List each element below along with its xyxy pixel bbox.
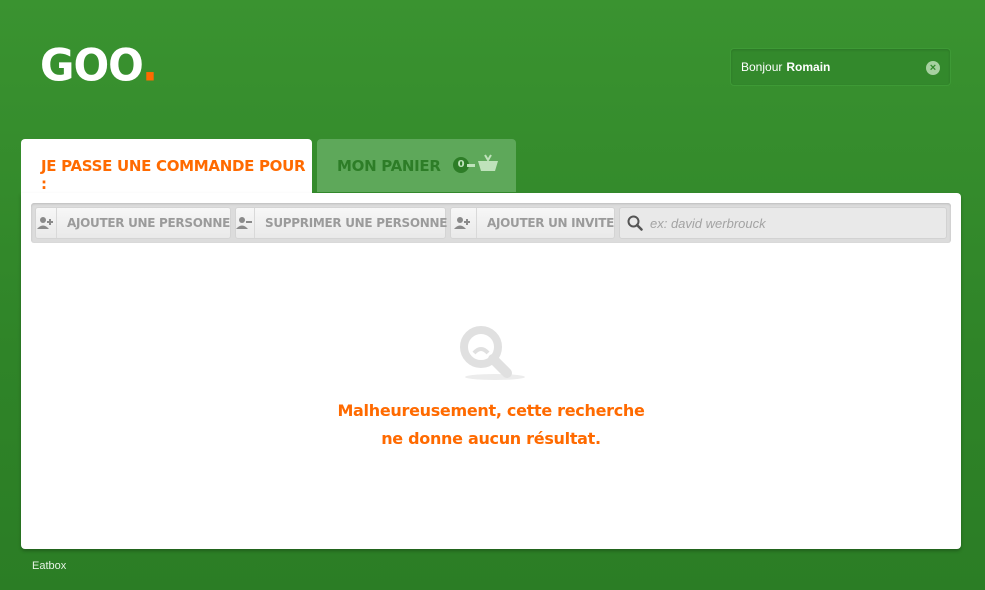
greeting-label: Bonjour: [741, 60, 783, 74]
tab-my-cart[interactable]: MON PANIER 0: [317, 139, 516, 192]
remove-person-label: SUPPRIMER UNE PERSONNE: [265, 216, 448, 230]
add-person-button[interactable]: AJOUTER UNE PERSONNE: [35, 207, 231, 239]
add-person-label: AJOUTER UNE PERSONNE: [66, 216, 230, 230]
add-guest-button[interactable]: AJOUTER UN INVITE: [450, 207, 615, 239]
logo[interactable]: GOO.: [40, 39, 158, 92]
user-name: Romain: [786, 60, 831, 74]
footer-link[interactable]: Eatbox: [32, 560, 66, 572]
add-guest-label: AJOUTER UN INVITE: [486, 216, 614, 230]
no-results-message: Malheureusement, cette recherche ne donn…: [21, 397, 961, 453]
remove-person-button[interactable]: SUPPRIMER UNE PERSONNE: [235, 207, 448, 239]
people-toolbar: AJOUTER UNE PERSONNE SUPPRIMER UNE PERSO…: [31, 203, 951, 243]
remove-user-icon: [236, 208, 255, 238]
no-results-line-1: Malheureusement, cette recherche: [337, 401, 645, 420]
search-input[interactable]: [650, 215, 930, 231]
no-results-line-2: ne donne aucun résultat.: [381, 429, 601, 448]
close-icon[interactable]: ×: [926, 61, 940, 75]
tab-order-for-label: JE PASSE UNE COMMANDE POUR :: [41, 157, 306, 193]
search-field[interactable]: [619, 207, 947, 239]
no-results-magnifier-icon: [460, 326, 525, 380]
tab-order-for[interactable]: JE PASSE UNE COMMANDE POUR :: [21, 139, 312, 199]
user-greeting-box: Bonjour Romain ×: [730, 48, 951, 86]
logo-dot: .: [141, 39, 158, 92]
search-icon: [620, 215, 650, 231]
basket-icon: [478, 154, 498, 171]
add-user-icon: [36, 208, 57, 238]
add-guest-icon: [451, 208, 477, 238]
logo-text: GOO: [40, 39, 143, 92]
tab-my-cart-label: MON PANIER: [337, 157, 441, 175]
main-panel: AJOUTER UNE PERSONNE SUPPRIMER UNE PERSO…: [21, 193, 961, 549]
cart-badge-tail: [467, 164, 475, 167]
